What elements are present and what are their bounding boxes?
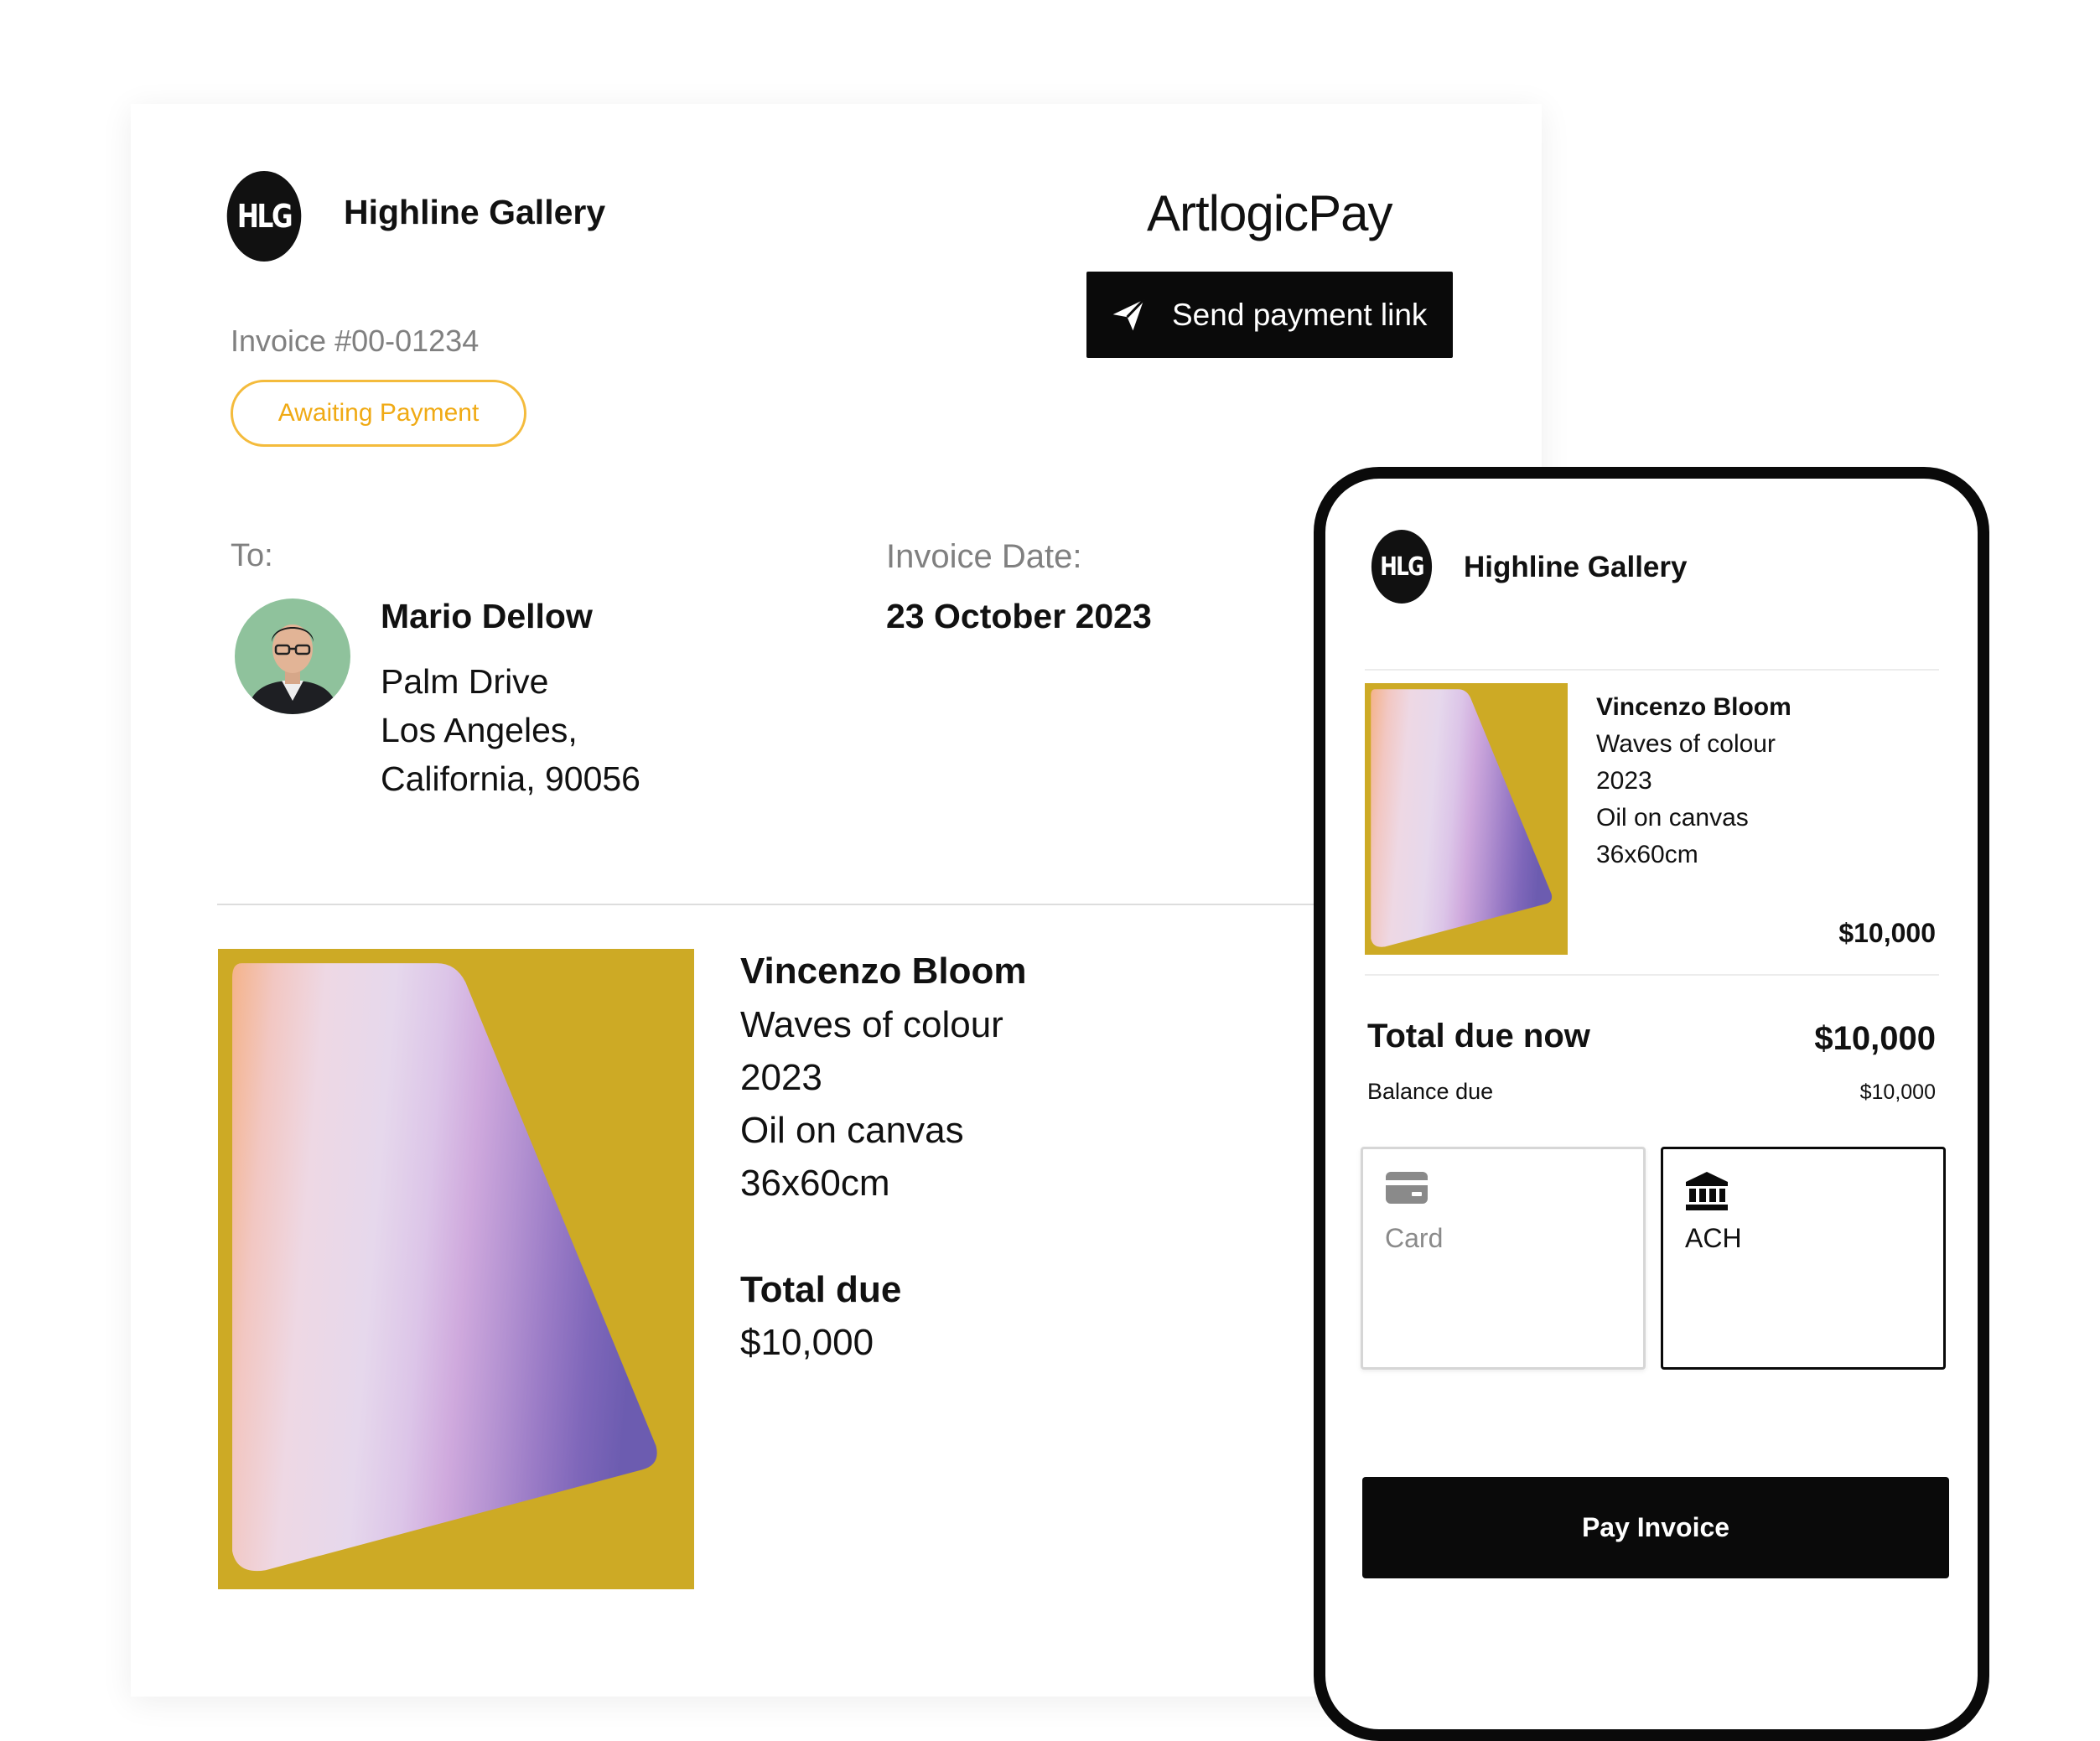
artwork-price: $10,000 <box>1838 918 1936 948</box>
divider <box>1365 974 1939 976</box>
total-due-value: $10,000 <box>740 1322 874 1363</box>
total-due-now-value: $10,000 <box>1814 1020 1936 1057</box>
gallery-logo: HLG <box>226 171 302 262</box>
payment-option-label: ACH <box>1685 1223 1742 1253</box>
send-payment-link-button[interactable]: Send payment link <box>1086 272 1453 358</box>
artwork-medium: Oil on canvas <box>1596 804 1749 832</box>
gallery-name: Highline Gallery <box>1464 551 1688 583</box>
artwork-artist: Vincenzo Bloom <box>740 951 1027 992</box>
section-divider <box>217 904 1453 905</box>
artwork-thumbnail <box>1365 683 1568 955</box>
customer-name: Mario Dellow <box>381 597 593 635</box>
artwork-year: 2023 <box>740 1057 822 1098</box>
artwork-image <box>218 949 694 1589</box>
credit-card-icon <box>1386 1172 1428 1204</box>
artwork-medium: Oil on canvas <box>740 1110 964 1151</box>
status-badge: Awaiting Payment <box>231 380 526 447</box>
payment-option-card[interactable]: Card <box>1361 1147 1646 1370</box>
customer-address-line2: Los Angeles, <box>381 711 578 749</box>
balance-due-label: Balance due <box>1367 1079 1494 1104</box>
gallery-initials: HLG <box>1380 552 1424 582</box>
customer-address-line3: California, 90056 <box>381 759 640 798</box>
to-label: To: <box>231 538 273 573</box>
payment-option-label: Card <box>1385 1223 1444 1253</box>
divider <box>1365 669 1939 671</box>
invoice-date-label: Invoice Date: <box>886 538 1082 575</box>
artlogicpay-logo: ArtlogicPay <box>1147 185 1392 241</box>
phone-mockup: HLG Highline Gallery Vincenzo Bloom Wave… <box>1314 467 1989 1741</box>
invoice-date-value: 23 October 2023 <box>886 597 1152 635</box>
gallery-name: Highline Gallery <box>344 193 606 231</box>
customer-avatar <box>235 598 350 714</box>
balance-due-value: $10,000 <box>1859 1080 1936 1104</box>
gallery-initials: HLG <box>236 198 293 235</box>
customer-address-line1: Palm Drive <box>381 662 549 701</box>
artwork-title: Waves of colour <box>740 1004 1003 1045</box>
artwork-artist: Vincenzo Bloom <box>1596 693 1791 721</box>
send-payment-link-label: Send payment link <box>1172 297 1428 332</box>
artwork-dimensions: 36x60cm <box>740 1163 890 1204</box>
bank-icon <box>1686 1172 1728 1210</box>
total-due-now-label: Total due now <box>1367 1018 1590 1054</box>
artwork-title: Waves of colour <box>1596 730 1776 758</box>
artwork-dimensions: 36x60cm <box>1596 841 1698 868</box>
paper-plane-icon <box>1112 298 1145 330</box>
payment-option-ach[interactable]: ACH <box>1661 1147 1946 1370</box>
total-due-label: Total due <box>740 1269 902 1310</box>
artwork-year: 2023 <box>1596 767 1652 795</box>
invoice-number: Invoice #00-01234 <box>231 324 480 358</box>
gallery-logo: HLG <box>1371 530 1433 604</box>
pay-invoice-button[interactable]: Pay Invoice <box>1362 1477 1949 1578</box>
